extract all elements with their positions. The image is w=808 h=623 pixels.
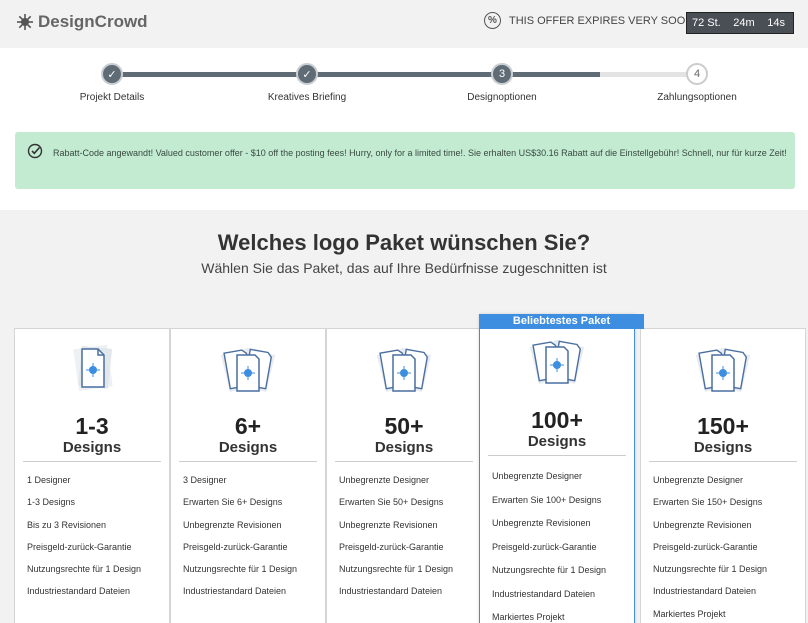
feature-item: Nutzungsrechte für 1 Design bbox=[183, 564, 298, 575]
multi-design-icon bbox=[529, 339, 585, 385]
package-count: 150+ bbox=[697, 413, 749, 439]
multi-design-icon bbox=[376, 347, 432, 393]
timer-hours: 72 St. bbox=[692, 17, 721, 29]
feature-list: Unbegrenzte Designer Erwarten Sie 50+ De… bbox=[339, 474, 453, 608]
offer-notice: % THIS OFFER EXPIRES VERY SOON bbox=[484, 12, 693, 29]
feature-item: Preisgeld-zurück-Garantie bbox=[492, 541, 597, 552]
package-card-1-3[interactable]: 1-3 Designs 1 Designer 1-3 Designs Bis z… bbox=[14, 328, 170, 623]
package-count: 100+ bbox=[531, 407, 583, 433]
package-unit: Designs bbox=[218, 439, 278, 456]
divider bbox=[23, 461, 161, 462]
multi-design-icon bbox=[220, 347, 276, 393]
step-1-label[interactable]: Projekt Details bbox=[80, 92, 144, 103]
feature-item: Erwarten Sie 6+ Designs bbox=[183, 497, 283, 508]
popular-ribbon: Beliebtestes Paket bbox=[479, 314, 644, 329]
step-4-marker: 4 bbox=[686, 63, 708, 85]
timer-seconds: 14s bbox=[767, 17, 785, 29]
offer-text: THIS OFFER EXPIRES VERY SOON bbox=[509, 14, 694, 27]
step-2-label[interactable]: Kreatives Briefing bbox=[268, 92, 346, 103]
feature-item: Erwarten Sie 100+ Designs bbox=[492, 494, 602, 505]
discount-banner: Rabatt-Code angewandt! Valued customer o… bbox=[15, 132, 795, 189]
designcrowd-logo[interactable]: DesignCrowd bbox=[16, 12, 148, 32]
feature-item: Nutzungsrechte für 1 Design bbox=[653, 564, 768, 575]
package-section: Welches logo Paket wünschen Sie? Wählen … bbox=[0, 210, 808, 623]
step-3-label: Designoptionen bbox=[467, 92, 537, 103]
feature-item: Industriestandard Dateien bbox=[339, 586, 443, 597]
feature-item: Preisgeld-zurück-Garantie bbox=[339, 541, 444, 552]
feature-item: Unbegrenzte Designer bbox=[492, 471, 583, 481]
progress-steps: ✓ Projekt Details ✓ Kreatives Briefing 3… bbox=[0, 48, 808, 120]
feature-item: Unbegrenzte Revisionen bbox=[492, 518, 591, 528]
divider bbox=[335, 461, 473, 462]
feature-item: Industriestandard Dateien bbox=[492, 588, 596, 599]
progress-track-remaining bbox=[600, 72, 698, 77]
feature-item: Markiertes Projekt bbox=[492, 612, 565, 622]
progress-track-complete bbox=[112, 72, 600, 77]
feature-item: Unbegrenzte Revisionen bbox=[183, 519, 282, 530]
timer-minutes: 24m bbox=[733, 17, 755, 29]
feature-item: Nutzungsrechte für 1 Design bbox=[27, 564, 142, 575]
package-card-50-plus[interactable]: 50+ Designs Unbegrenzte Designer Erwarte… bbox=[326, 328, 482, 623]
feature-item: Bis zu 3 Revisionen bbox=[27, 519, 107, 530]
step-2-check-icon[interactable]: ✓ bbox=[296, 63, 318, 85]
feature-item: 3 Designer bbox=[183, 475, 227, 485]
feature-item: Industriestandard Dateien bbox=[183, 586, 287, 597]
feature-item: 1-3 Designs bbox=[27, 497, 76, 508]
feature-item: Unbegrenzte Revisionen bbox=[339, 519, 438, 530]
discount-message: Rabatt-Code angewandt! Valued customer o… bbox=[53, 148, 787, 158]
feature-item: Industriestandard Dateien bbox=[27, 586, 131, 597]
package-count: 6+ bbox=[234, 413, 262, 439]
feature-list: 3 Designer Erwarten Sie 6+ Designs Unbeg… bbox=[183, 474, 297, 608]
percent-icon: % bbox=[484, 12, 501, 29]
divider bbox=[488, 455, 626, 456]
step-4-label: Zahlungsoptionen bbox=[657, 92, 737, 103]
feature-item: Erwarten Sie 50+ Designs bbox=[339, 497, 444, 508]
package-card-150-plus[interactable]: 150+ Designs Unbegrenzte Designer Erwart… bbox=[640, 328, 806, 623]
feature-item: Preisgeld-zurück-Garantie bbox=[27, 541, 132, 552]
feature-item: Markiertes Projekt bbox=[653, 608, 726, 619]
feature-item: Erwarten Sie 150+ Designs bbox=[653, 497, 763, 508]
feature-list: 1 Designer 1-3 Designs Bis zu 3 Revision… bbox=[27, 474, 141, 608]
divider bbox=[179, 461, 317, 462]
package-card-6-plus[interactable]: 6+ Designs 3 Designer Erwarten Sie 6+ De… bbox=[170, 328, 326, 623]
package-count: 1-3 bbox=[75, 413, 109, 439]
feature-item: 1 Designer bbox=[27, 475, 71, 485]
page-subtitle: Wählen Sie das Paket, das auf Ihre Bedür… bbox=[201, 260, 607, 276]
feature-item: Industriestandard Dateien bbox=[653, 586, 757, 597]
feature-item: Unbegrenzte Designer bbox=[653, 475, 744, 485]
package-unit: Designs bbox=[62, 439, 122, 456]
page-title: Welches logo Paket wünschen Sie? bbox=[217, 230, 591, 255]
divider bbox=[649, 461, 797, 462]
logo-text: DesignCrowd bbox=[38, 12, 148, 31]
logo-burst-icon bbox=[17, 14, 33, 30]
top-header: DesignCrowd % THIS OFFER EXPIRES VERY SO… bbox=[0, 0, 808, 48]
package-card-100-plus[interactable]: Beliebtestes Paket 100+ Designs Unbegren… bbox=[479, 314, 644, 623]
feature-item: Nutzungsrechte für 1 Design bbox=[339, 564, 454, 575]
package-unit: Designs bbox=[527, 433, 587, 450]
feature-item: Preisgeld-zurück-Garantie bbox=[653, 541, 758, 552]
package-unit: Designs bbox=[693, 439, 753, 456]
feature-list: Unbegrenzte Designer Erwarten Sie 100+ D… bbox=[492, 470, 606, 623]
feature-item: Unbegrenzte Revisionen bbox=[653, 519, 752, 530]
single-design-icon bbox=[73, 344, 113, 392]
step-1-check-icon[interactable]: ✓ bbox=[101, 63, 123, 85]
feature-item: Preisgeld-zurück-Garantie bbox=[183, 541, 288, 552]
package-unit: Designs bbox=[374, 439, 434, 456]
feature-item: Unbegrenzte Designer bbox=[339, 475, 430, 485]
multi-design-icon bbox=[695, 347, 751, 393]
package-count: 50+ bbox=[384, 413, 424, 439]
countdown-timer: 72 St. 24m 14s bbox=[686, 12, 794, 34]
step-3-marker: 3 bbox=[491, 63, 513, 85]
feature-item: Nutzungsrechte für 1 Design bbox=[492, 565, 607, 575]
feature-list: Unbegrenzte Designer Erwarten Sie 150+ D… bbox=[653, 474, 767, 623]
